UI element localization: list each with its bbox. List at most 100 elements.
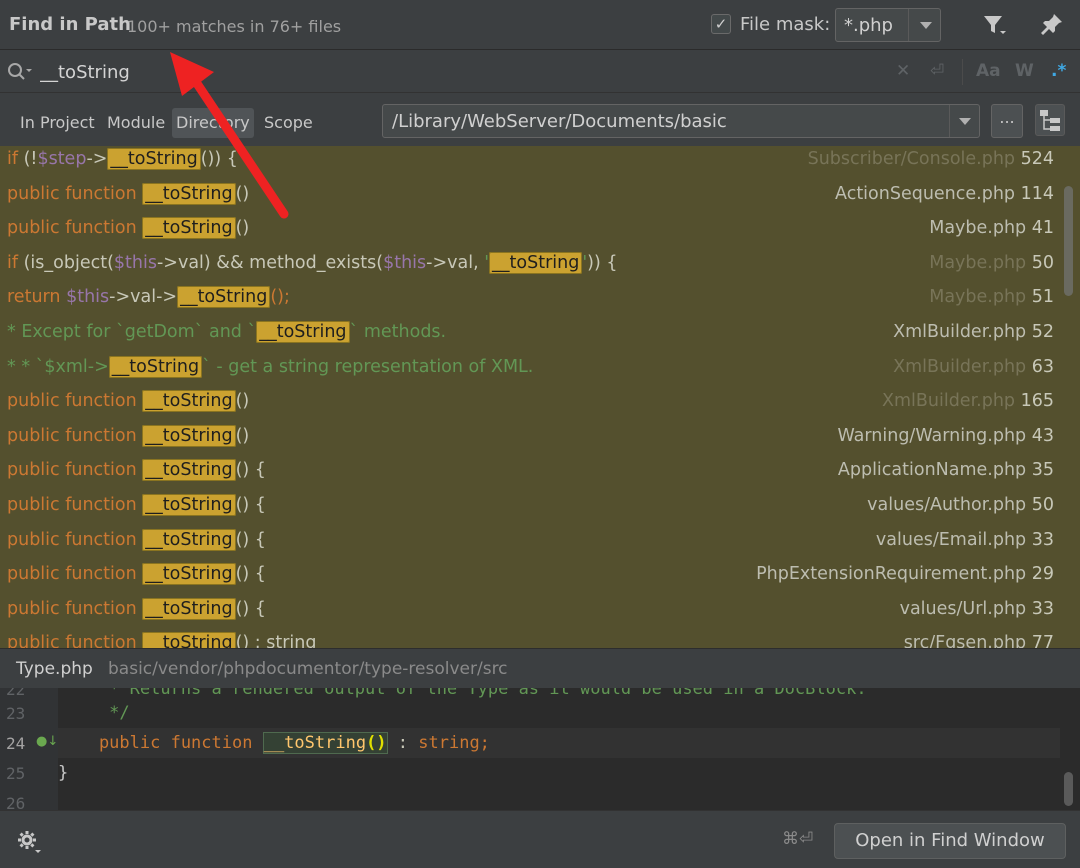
result-row[interactable]: public function __toString() Warning/Warn…: [0, 423, 1062, 458]
preview-scrollbar[interactable]: [1064, 772, 1073, 806]
result-code: public function __toString() {: [7, 596, 266, 622]
result-row[interactable]: public function __toString() : string src…: [0, 630, 1062, 648]
code-token: return: [7, 287, 67, 308]
match-highlight: __toString: [142, 528, 236, 551]
clear-icon[interactable]: ✕: [896, 61, 910, 81]
result-location: src/Fgsen.php 77: [904, 630, 1054, 648]
result-row[interactable]: if (!$step-> __toString()) { Subscriber/Co…: [0, 146, 1062, 181]
tree-view-icon[interactable]: [1035, 104, 1065, 136]
code-token: public function: [7, 391, 143, 412]
file-mask-checkbox[interactable]: ✓: [711, 14, 731, 34]
result-file-name: Subscriber/Console.php: [807, 149, 1016, 169]
result-file-name: values/Email.php: [875, 529, 1027, 550]
dialog-footer: ⌘⏎ Open in Find Window: [0, 810, 1080, 868]
code-token: (!: [23, 149, 38, 169]
code-token: $step: [37, 149, 87, 169]
gear-icon[interactable]: [16, 829, 42, 859]
result-code: public function __toString(): [7, 388, 249, 414]
preview-file-path: basic/vendor/phpdocumentor/type-resolver…: [108, 659, 508, 679]
code-token: ->: [86, 149, 108, 169]
result-line-number: 524: [1015, 149, 1054, 169]
result-code: public function __toString() {: [7, 492, 266, 518]
code-token: () {: [235, 529, 266, 550]
code-token: ();: [270, 287, 290, 308]
match-highlight: __toString: [142, 597, 236, 620]
result-line-number: 165: [1015, 391, 1054, 412]
code-token: $this: [113, 252, 157, 273]
code-token: public function: [7, 529, 143, 550]
result-row[interactable]: * Except for `getDom` and ` __toString ` m…: [0, 319, 1062, 354]
match-highlight: __toString: [108, 355, 203, 378]
code-token: (): [235, 183, 250, 204]
match-case-toggle[interactable]: Aa: [976, 61, 1001, 81]
match-highlight: __toString: [142, 390, 236, 413]
browse-button[interactable]: ...: [991, 104, 1023, 138]
result-location: Warning/Warning.php 43: [837, 423, 1054, 449]
result-code: if (!$step-> __toString()) {: [7, 146, 238, 172]
directory-select[interactable]: /Library/WebServer/Documents/basic: [382, 104, 980, 138]
code-line: */: [58, 703, 130, 723]
tab-in-project[interactable]: In Project: [16, 108, 99, 138]
match-highlight: __toString: [142, 217, 236, 240]
tab-module[interactable]: Module: [103, 108, 169, 138]
results-list: if (!$step-> __toString()) { Subscriber/Co…: [0, 146, 1080, 648]
whole-words-toggle[interactable]: W: [1015, 61, 1034, 81]
result-location: XmlBuilder.php 52: [893, 319, 1054, 345]
preview-header: Type.php basic/vendor/phpdocumentor/type…: [0, 648, 1080, 688]
filter-icon[interactable]: [982, 13, 1008, 41]
result-line-number: 43: [1026, 425, 1054, 446]
file-mask-select[interactable]: *.php: [835, 8, 941, 42]
search-input[interactable]: [40, 59, 540, 85]
chevron-down-icon[interactable]: [959, 118, 971, 125]
match-highlight: __toString: [142, 424, 236, 447]
match-highlight: __toString: [142, 494, 236, 516]
match-highlight: __toString: [142, 182, 236, 205]
result-line-number: 50: [1026, 495, 1054, 515]
result-row[interactable]: public function __toString() {Applicatio…: [0, 457, 1062, 492]
result-row[interactable]: public function __toString() {PhpExtensi…: [0, 561, 1062, 596]
code-token: public function: [7, 460, 143, 481]
open-in-find-window-button[interactable]: Open in Find Window: [834, 823, 1066, 859]
regex-toggle[interactable]: .*: [1051, 61, 1066, 81]
match-highlight: __toString: [256, 321, 350, 343]
tab-scope[interactable]: Scope: [260, 108, 317, 138]
code-token: public function: [7, 218, 143, 239]
result-row[interactable]: public function __toString() { values/Aut…: [0, 492, 1062, 527]
result-location: Maybe.php 51: [929, 284, 1054, 310]
result-row[interactable]: public function __toString() XmlBuilder.p…: [0, 388, 1062, 423]
result-row[interactable]: public function __toString() Maybe.php 41: [0, 215, 1062, 250]
result-line-number: 33: [1026, 529, 1054, 550]
code-token: () {: [235, 495, 266, 515]
result-code: * * `$xml-> __toString ` - get a string re…: [7, 354, 533, 380]
result-row[interactable]: * * `$xml-> __toString ` - get a string re…: [0, 354, 1062, 389]
result-row[interactable]: public function __toString() { values/Ema…: [0, 527, 1062, 562]
code-token: (is_object(: [23, 252, 114, 273]
code-token: if: [7, 149, 24, 169]
result-code: public function __toString() : string: [7, 630, 317, 648]
chevron-down-icon[interactable]: [920, 22, 932, 29]
pin-icon[interactable]: [1040, 12, 1064, 40]
implements-icon[interactable]: ●↓: [36, 734, 58, 749]
file-mask-label: File mask:: [740, 14, 831, 35]
tab-directory[interactable]: Directory: [172, 108, 254, 138]
code-token: public function: [7, 183, 143, 204]
result-row[interactable]: if (is_object($this->val) && method_exis…: [0, 250, 1062, 285]
result-location: values/Email.php 33: [876, 527, 1054, 553]
code-preview[interactable]: 22 23 24 ●↓ 25 26 * Returns a rendered o…: [0, 688, 1080, 810]
result-location: Subscriber/Console.php 524: [808, 146, 1054, 172]
result-file-name: Maybe.php: [929, 287, 1027, 308]
code-token: * Except for `getDom` and `: [7, 322, 257, 342]
result-row[interactable]: public function __toString() {values/Url…: [0, 596, 1062, 631]
directory-path: /Library/WebServer/Documents/basic: [392, 111, 727, 132]
result-file-name: Warning/Warning.php: [837, 425, 1027, 446]
result-line-number: 33: [1026, 598, 1054, 619]
result-file-name: Maybe.php: [929, 252, 1027, 273]
result-row[interactable]: return $this->val-> __toString (); Maybe.ph…: [0, 284, 1062, 319]
search-icon[interactable]: [6, 61, 34, 87]
result-row[interactable]: public function __toString() ActionSequen…: [0, 181, 1062, 216]
result-file-name: values/Author.php: [867, 495, 1027, 515]
results-scrollbar[interactable]: [1064, 186, 1073, 296]
newline-icon[interactable]: ⏎: [930, 61, 944, 81]
result-location: Maybe.php 41: [929, 215, 1054, 241]
